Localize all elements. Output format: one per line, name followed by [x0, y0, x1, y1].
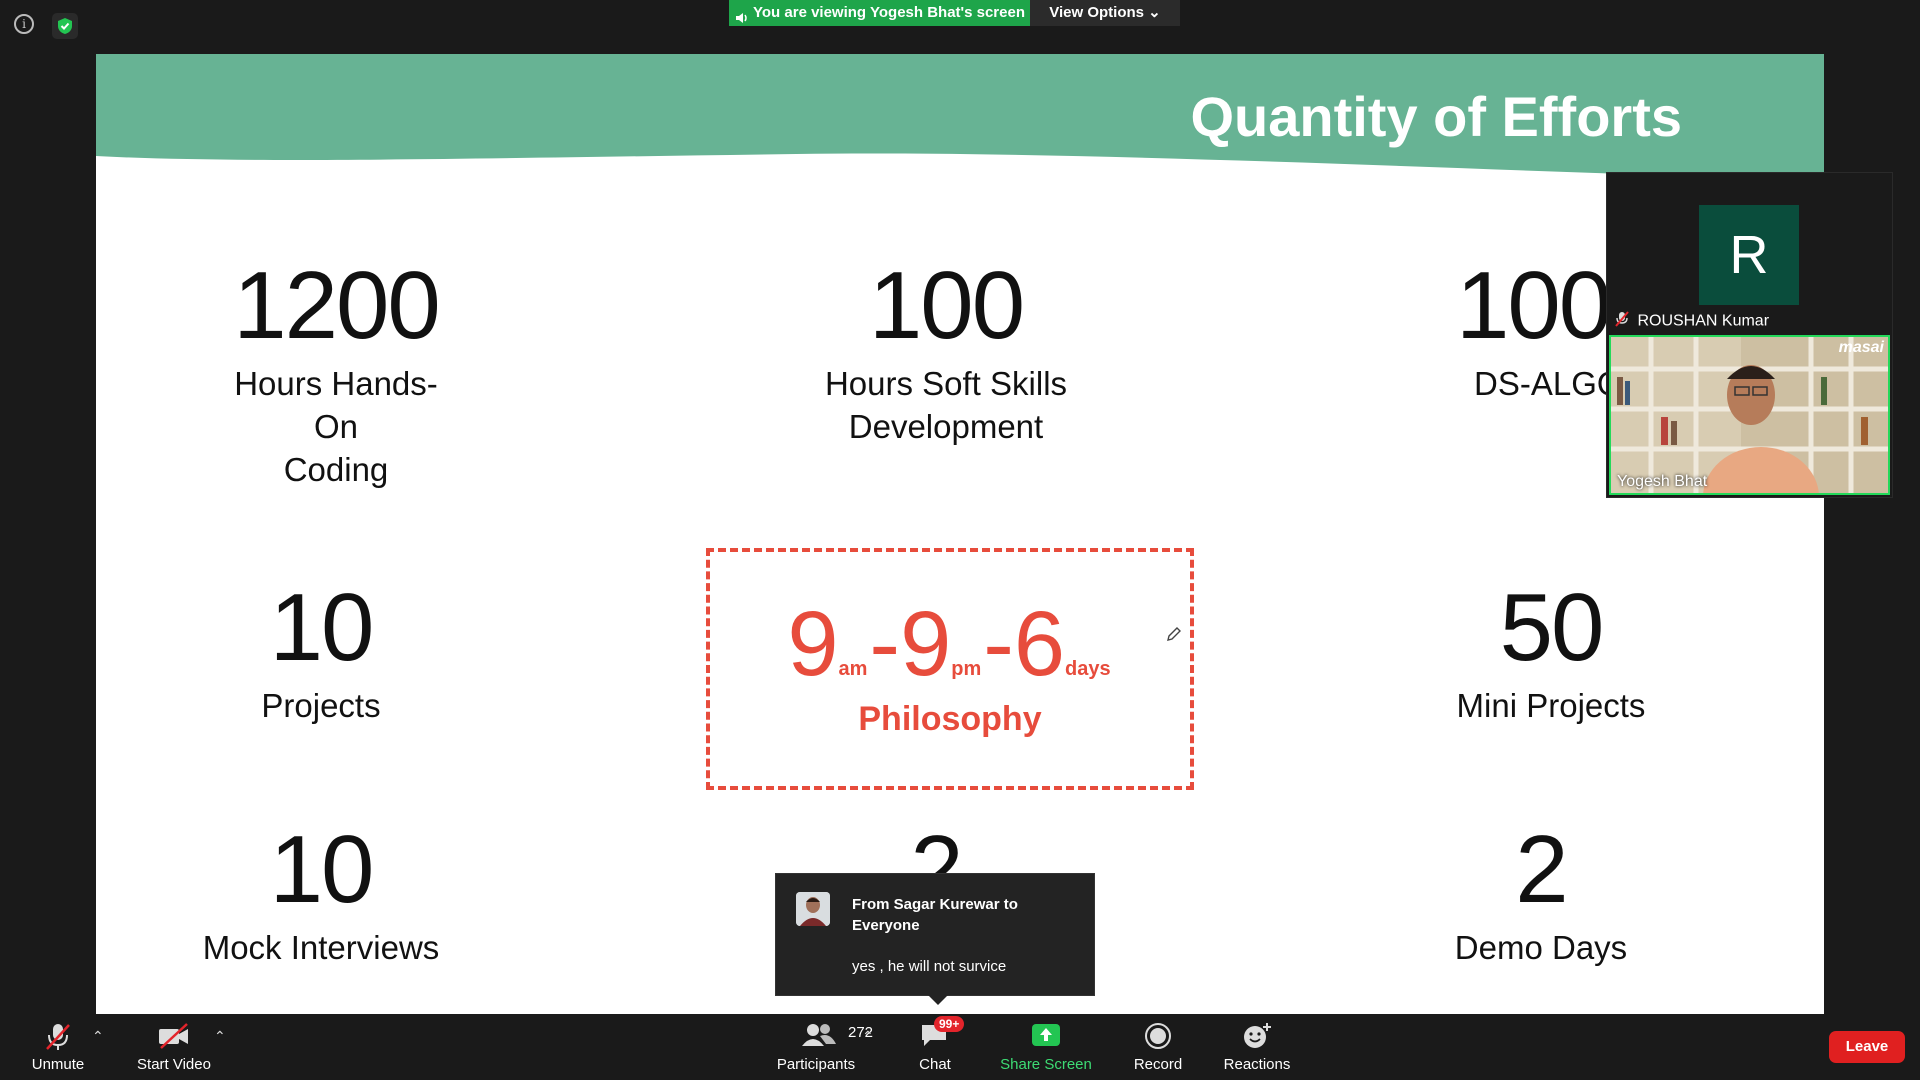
- share-screen-label: Share Screen: [1000, 1056, 1092, 1073]
- pencil-icon: [1167, 627, 1181, 641]
- stat-label: Hours Soft Skills Development: [824, 365, 1068, 445]
- record-label: Record: [1133, 1056, 1183, 1073]
- philosophy-label: Philosophy: [858, 700, 1042, 738]
- chat-message: yes , he will not survice: [852, 958, 1007, 975]
- stat-projects: 10 Projects: [246, 578, 396, 727]
- stat-number: 1200: [233, 252, 441, 359]
- participants-icon: [802, 1022, 836, 1052]
- top-bar: i You are viewing Yogesh Bhat's screen V…: [0, 0, 1920, 54]
- popup-pointer: [928, 995, 948, 1005]
- unmute-label: Unmute: [31, 1056, 85, 1073]
- audio-options-caret[interactable]: ⌃: [92, 1028, 104, 1045]
- chat-notification[interactable]: From Sagar Kurewar to Everyone yes , he …: [775, 873, 1095, 1005]
- stat-demo-days: 2 Demo Days: [1436, 820, 1646, 969]
- leave-button[interactable]: Leave: [1829, 1031, 1905, 1063]
- participant-name-yogesh: Yogesh Bhat: [1617, 473, 1708, 490]
- muted-mic-icon: [44, 1022, 72, 1056]
- participants-label: Participants: [776, 1056, 856, 1073]
- stat-coding-hours: 1200 Hours Hands-On Coding: [216, 256, 456, 491]
- stat-label: Mock Interviews: [202, 929, 440, 966]
- participant-name-roushan: ROUSHAN Kumar: [1615, 311, 1769, 332]
- stat-label: Demo Days: [1454, 929, 1628, 966]
- stat-mini-projects: 50 Mini Projects: [1426, 578, 1676, 727]
- chat-label: Chat: [919, 1056, 951, 1073]
- stat-number: 10: [269, 816, 375, 923]
- participants-button[interactable]: 272 Participants: [756, 1014, 876, 1080]
- share-screen-button[interactable]: Share Screen: [996, 1014, 1096, 1080]
- start-video-button[interactable]: Start Video: [130, 1014, 218, 1080]
- video-panel[interactable]: R ROUSHAN Kumar masai Yogesh Bhat: [1606, 172, 1893, 498]
- video-options-caret[interactable]: ⌃: [214, 1028, 226, 1045]
- stat-label: Mini Projects: [1456, 687, 1646, 724]
- video-off-icon: [157, 1022, 191, 1054]
- speaker-video[interactable]: masai Yogesh Bhat: [1609, 335, 1890, 495]
- speaker-icon: [735, 7, 749, 33]
- avatar: R: [1699, 205, 1799, 305]
- stat-number: 2: [1515, 816, 1568, 923]
- reactions-button[interactable]: Reactions: [1214, 1014, 1300, 1080]
- record-button[interactable]: Record: [1118, 1014, 1198, 1080]
- meeting-toolbar: Unmute ⌃ Start Video ⌃ 272 Participants …: [0, 1014, 1920, 1080]
- unmute-button[interactable]: Unmute: [18, 1014, 98, 1080]
- chevron-down-icon: ⌄: [1148, 4, 1161, 21]
- philosophy-box: 9am-9pm-6days Philosophy: [706, 548, 1194, 790]
- record-icon: [1144, 1022, 1172, 1054]
- stat-number: 50: [1499, 574, 1605, 681]
- stat-number: 10: [269, 574, 375, 681]
- view-options-button[interactable]: View Options ⌄: [1030, 0, 1180, 26]
- share-screen-icon: [1031, 1022, 1061, 1052]
- view-options-label: View Options: [1049, 4, 1144, 21]
- muted-mic-icon: [1615, 311, 1629, 332]
- reactions-label: Reactions: [1223, 1056, 1291, 1073]
- participants-caret[interactable]: ⌃: [862, 1028, 874, 1045]
- viewing-banner: You are viewing Yogesh Bhat's screen: [729, 0, 1030, 26]
- stat-mock-interviews: 10 Mock Interviews: [196, 820, 446, 969]
- shield-icon[interactable]: [52, 13, 78, 39]
- info-icon[interactable]: i: [14, 14, 34, 34]
- bookshelf-background: [1611, 337, 1888, 493]
- start-video-label: Start Video: [137, 1056, 211, 1073]
- stat-label: Hours Hands-On Coding: [234, 365, 438, 488]
- chat-badge: 99+: [934, 1016, 965, 1032]
- stat-soft-skills-hours: 100 Hours Soft Skills Development: [796, 256, 1096, 448]
- reactions-icon: [1242, 1022, 1272, 1054]
- chat-button[interactable]: 99+ Chat: [900, 1014, 970, 1080]
- sender-avatar: [796, 892, 830, 926]
- masai-logo: masai: [1838, 339, 1884, 356]
- shared-slide: Quantity of Efforts 1200 Hours Hands-On C…: [96, 54, 1824, 1014]
- stat-label: Projects: [261, 687, 381, 724]
- viewing-text: You are viewing Yogesh Bhat's screen: [753, 4, 1025, 21]
- chat-sender: From Sagar Kurewar to Everyone: [852, 896, 1018, 934]
- stat-number: 100: [868, 252, 1025, 359]
- slide-title: Quantity of Efforts: [1190, 85, 1682, 148]
